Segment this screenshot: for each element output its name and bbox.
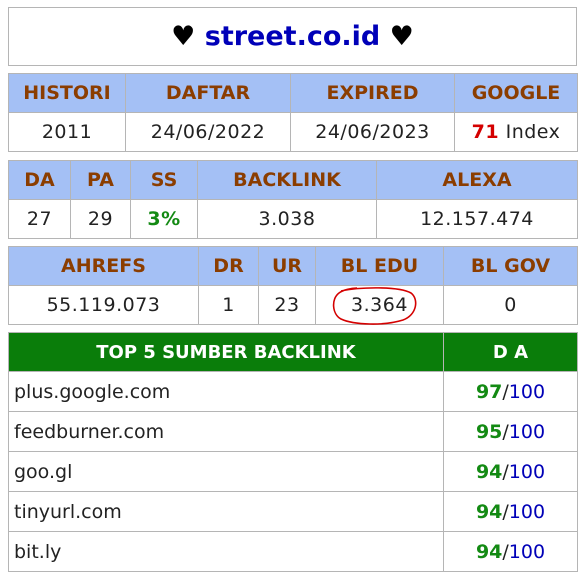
backlink-da: 94/100	[443, 451, 578, 492]
pa-value: 29	[70, 199, 131, 239]
header-daftar: DAFTAR	[125, 73, 291, 113]
da-score: 94	[475, 540, 503, 563]
header-bl-edu: BL EDU	[315, 246, 444, 286]
backlink-da: 94/100	[443, 531, 578, 572]
table-row: goo.gl 94/100	[8, 451, 578, 492]
table-row: tinyurl.com 94/100	[8, 491, 578, 532]
da-value: 27	[8, 199, 71, 239]
header-da-column: D A	[443, 332, 578, 372]
header-backlink: BACKLINK	[197, 160, 377, 200]
bl-gov-value: 0	[443, 285, 578, 325]
header-da: DA	[8, 160, 71, 200]
backlink-site: bit.ly	[8, 531, 444, 572]
ahrefs-table: AHREFS DR UR BL EDU BL GOV 55.119.073 1 …	[8, 246, 578, 325]
title-box: ♥ street.co.id ♥	[8, 7, 577, 66]
backlink-da: 94/100	[443, 491, 578, 532]
da-max: 100	[508, 460, 546, 483]
backlink-site: tinyurl.com	[8, 491, 444, 532]
backlink-value: 3.038	[197, 199, 377, 239]
backlink-da: 95/100	[443, 411, 578, 452]
red-circle-mark-icon	[332, 287, 417, 325]
header-histori: HISTORI	[8, 73, 126, 113]
alexa-value: 12.157.474	[376, 199, 578, 239]
backlink-site: plus.google.com	[8, 371, 444, 412]
header-bl-gov: BL GOV	[443, 246, 578, 286]
header-alexa: ALEXA	[376, 160, 578, 200]
header-dr: DR	[198, 246, 259, 286]
da-score: 97	[475, 380, 503, 403]
header-ur: UR	[258, 246, 316, 286]
heart-right-icon: ♥	[389, 21, 414, 52]
header-expired: EXPIRED	[290, 73, 455, 113]
histori-value: 2011	[8, 112, 126, 152]
header-ahrefs: AHREFS	[8, 246, 199, 286]
backlink-da: 97/100	[443, 371, 578, 412]
top-backlink-table: TOP 5 SUMBER BACKLINK D A plus.google.co…	[8, 332, 578, 572]
da-score: 94	[475, 500, 503, 523]
daftar-value: 24/06/2022	[125, 112, 291, 152]
google-index-value: 71 Index	[454, 112, 578, 152]
history-table: HISTORI DAFTAR EXPIRED GOOGLE 2011 24/06…	[8, 73, 578, 152]
da-max: 100	[508, 380, 546, 403]
table-row: bit.ly 94/100	[8, 531, 578, 572]
backlink-site: feedburner.com	[8, 411, 444, 452]
backlink-site: goo.gl	[8, 451, 444, 492]
table-row: plus.google.com 97/100	[8, 371, 578, 412]
google-index-count: 71	[471, 121, 500, 143]
header-top-sumber-backlink: TOP 5 SUMBER BACKLINK	[8, 332, 444, 372]
da-max: 100	[508, 500, 546, 523]
google-index-suffix: Index	[499, 121, 561, 143]
dr-value: 1	[198, 285, 259, 325]
metrics-table: DA PA SS BACKLINK ALEXA 27 29 3% 3.038 1…	[8, 160, 578, 239]
da-score: 95	[475, 420, 503, 443]
da-score: 94	[475, 460, 503, 483]
ss-value: 3%	[130, 199, 198, 239]
da-max: 100	[508, 420, 546, 443]
site-title: ♥ street.co.id ♥	[8, 7, 577, 66]
heart-left-icon: ♥	[171, 21, 196, 52]
ur-value: 23	[258, 285, 316, 325]
bl-edu-annotation: 3.364	[332, 287, 417, 325]
da-max: 100	[508, 540, 546, 563]
bl-edu-cell: 3.364	[315, 285, 444, 325]
header-ss: SS	[130, 160, 198, 200]
domain-name: street.co.id	[204, 21, 381, 52]
header-pa: PA	[70, 160, 131, 200]
header-google: GOOGLE	[454, 73, 578, 113]
ahrefs-value: 55.119.073	[8, 285, 199, 325]
table-row: feedburner.com 95/100	[8, 411, 578, 452]
expired-value: 24/06/2023	[290, 112, 455, 152]
